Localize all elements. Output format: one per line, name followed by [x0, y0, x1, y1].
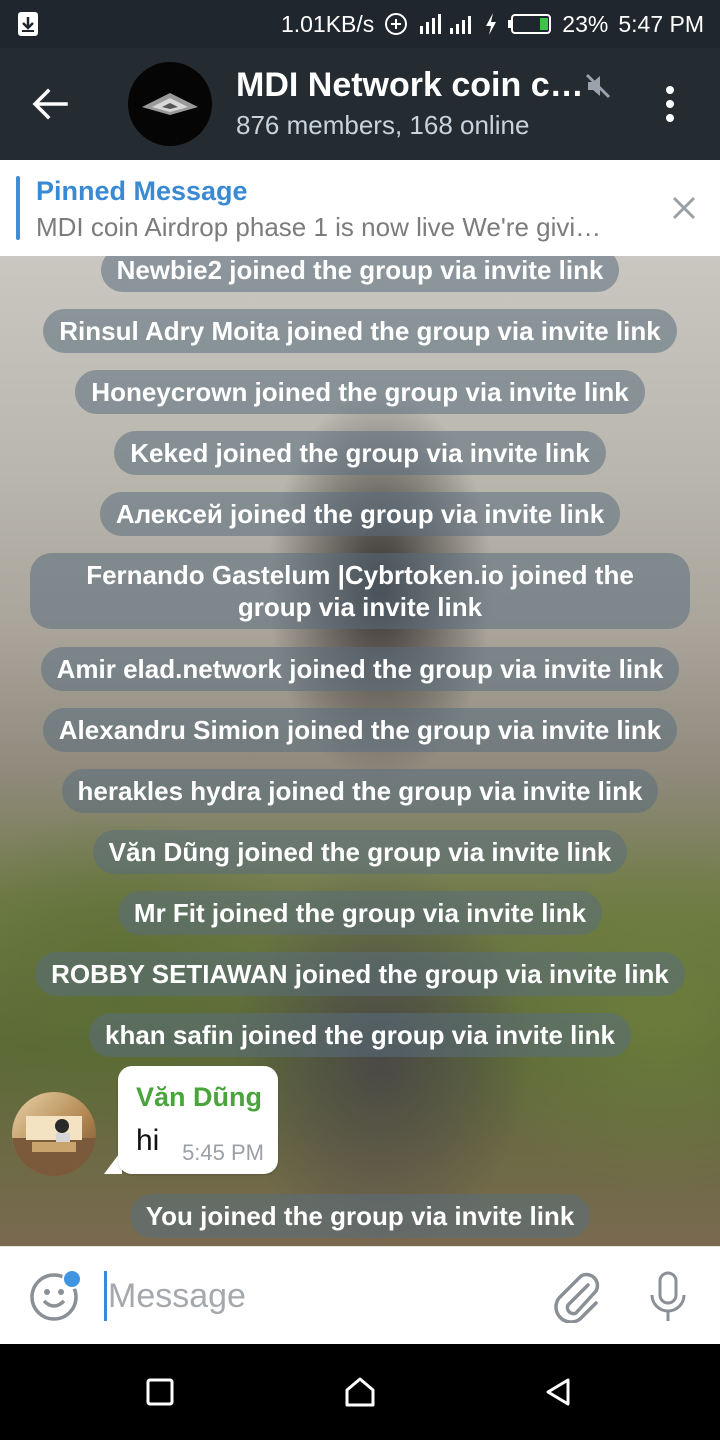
service-message: Keked joined the group via invite link [0, 431, 720, 475]
home-icon [345, 1377, 375, 1407]
recents-button[interactable] [140, 1372, 180, 1412]
service-message: Alexandru Simion joined the group via in… [0, 708, 720, 752]
service-message: Fernando Gastelum |Cybrtoken.io joined t… [0, 553, 720, 629]
service-message: Văn Dũng joined the group via invite lin… [0, 830, 720, 874]
service-message-text: Văn Dũng joined the group via invite lin… [92, 830, 628, 874]
message-composer [0, 1246, 720, 1344]
attach-button[interactable] [550, 1269, 602, 1324]
service-message: herakles hydra joined the group via invi… [0, 769, 720, 813]
service-message-text: khan safin joined the group via invite l… [89, 1013, 631, 1057]
muted-icon [584, 72, 612, 100]
service-message: Honeycrown joined the group via invite l… [0, 370, 720, 414]
notification-dot [62, 1269, 82, 1289]
logo-icon [142, 93, 198, 115]
group-avatar[interactable] [128, 62, 212, 146]
more-vert-icon [666, 86, 674, 122]
home-button[interactable] [340, 1372, 380, 1412]
voice-message-button[interactable] [648, 1269, 688, 1323]
clock: 5:47 PM [618, 10, 704, 37]
service-message: ROBBY SETIAWAN joined the group via invi… [0, 952, 720, 996]
data-saver-icon [384, 12, 408, 36]
microphone-icon [650, 1271, 686, 1321]
group-title[interactable]: MDI Network coin c… [236, 66, 586, 105]
service-message-text: Rinsul Adry Moita joined the group via i… [43, 309, 677, 353]
member-count: 876 members, 168 online [236, 110, 530, 140]
back-button[interactable] [24, 78, 76, 130]
service-message-text: Mr Fit joined the group via invite link [117, 891, 603, 935]
service-message-text: Amir elad.network joined the group via i… [40, 647, 680, 691]
close-icon [672, 196, 696, 220]
service-message-text: Honeycrown joined the group via invite l… [75, 370, 645, 414]
pinned-indicator [16, 176, 20, 240]
service-message-text: Алексей joined the group via invite link [99, 492, 621, 536]
service-message: You joined the group via invite link [0, 1194, 720, 1238]
message-bubble[interactable]: Văn Dũng hi 5:45 PM [118, 1066, 278, 1174]
service-message: Rinsul Adry Moita joined the group via i… [0, 309, 720, 353]
service-message: khan safin joined the group via invite l… [0, 1013, 720, 1057]
pinned-message-bar[interactable]: Pinned Message MDI coin Airdrop phase 1 … [0, 160, 720, 256]
service-message-text: Fernando Gastelum |Cybrtoken.io joined t… [30, 553, 690, 629]
signal-icon [418, 12, 474, 36]
service-message-text: Keked joined the group via invite link [114, 431, 606, 475]
more-options-button[interactable] [650, 84, 690, 124]
sender-avatar[interactable] [12, 1092, 96, 1176]
triangle-back-icon [546, 1378, 570, 1406]
message-time: 5:45 PM [182, 1140, 264, 1165]
service-message-text: Alexandru Simion joined the group via in… [42, 708, 678, 752]
network-speed: 1.01KB/s [280, 10, 375, 37]
avatar-photo [12, 1116, 96, 1176]
service-message-text: ROBBY SETIAWAN joined the group via invi… [35, 952, 685, 996]
chat-header: MDI Network coin c… 876 members, 168 onl… [0, 48, 720, 160]
back-nav-button[interactable] [538, 1372, 578, 1412]
pinned-title: Pinned Message [36, 176, 248, 206]
service-message: Newbie2 joined the group via invite link [0, 256, 720, 292]
message-text: hi [136, 1124, 160, 1157]
text-cursor [104, 1271, 107, 1321]
pinned-text: MDI coin Airdrop phase 1 is now live We'… [36, 212, 602, 242]
back-arrow-icon [32, 88, 68, 120]
service-message: Алексей joined the group via invite link [0, 492, 720, 536]
sender-name[interactable]: Văn Dũng [136, 1082, 262, 1113]
chat-area[interactable]: Newbie2 joined the group via invite link… [0, 256, 720, 1246]
battery-icon [508, 13, 552, 35]
battery-percent: 23% [562, 10, 609, 37]
status-bar: 1.01KB/s 23% 5:47 PM [0, 0, 720, 48]
service-message-text: Newbie2 joined the group via invite link [100, 256, 620, 292]
service-message: Mr Fit joined the group via invite link [0, 891, 720, 935]
paperclip-icon [554, 1272, 600, 1324]
charging-icon [484, 12, 498, 36]
service-message: Amir elad.network joined the group via i… [0, 647, 720, 691]
system-nav-bar [0, 1344, 720, 1440]
service-message-text: herakles hydra joined the group via invi… [61, 769, 659, 813]
message-input[interactable] [108, 1271, 528, 1321]
square-icon [146, 1378, 174, 1406]
close-pinned-button[interactable] [666, 190, 702, 226]
download-icon [16, 10, 40, 38]
service-message-text: You joined the group via invite link [129, 1194, 591, 1238]
